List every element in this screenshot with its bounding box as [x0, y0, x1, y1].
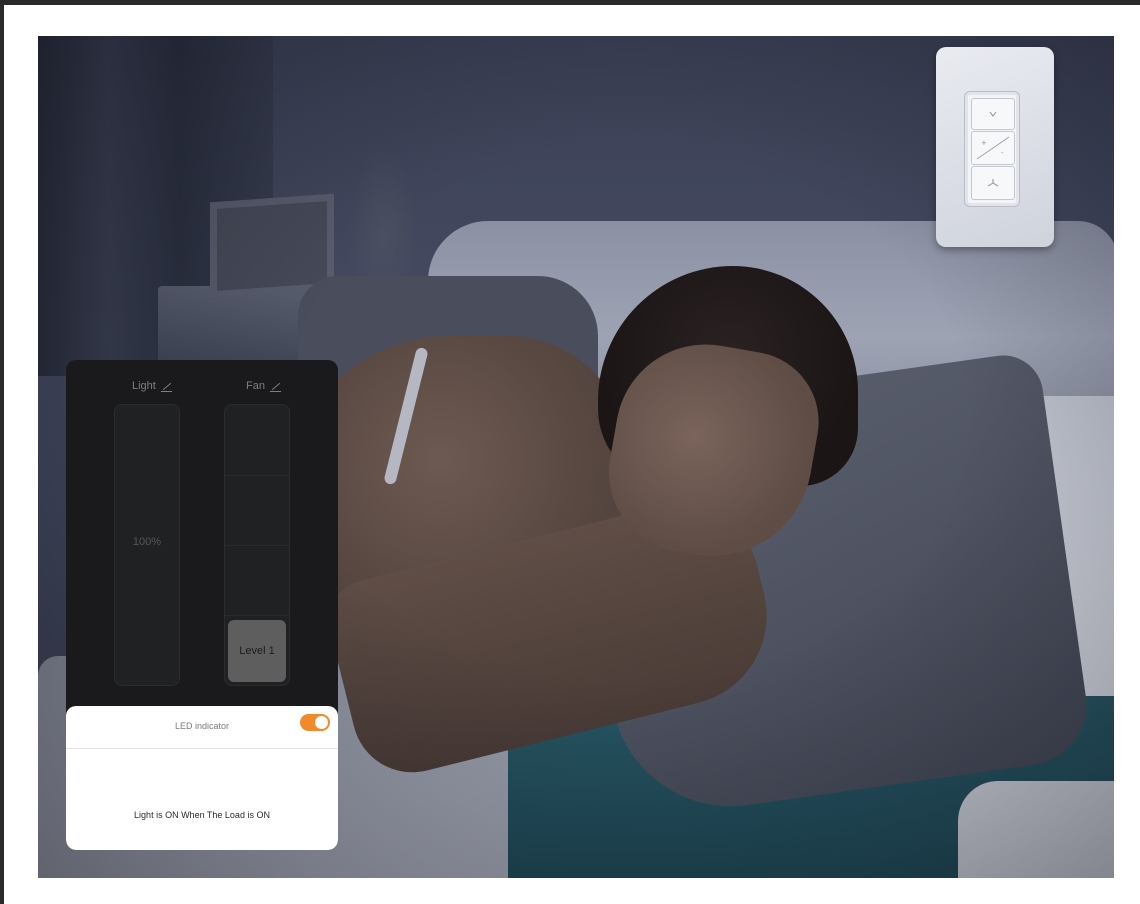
top-border: [0, 0, 1140, 5]
fan-speed-slider[interactable]: Level 1: [224, 404, 290, 686]
led-indicator-toggle[interactable]: [300, 714, 330, 731]
edit-light-pencil-icon[interactable]: [160, 381, 172, 392]
fan-level-divider: [225, 475, 289, 476]
fan-header: Fan: [246, 380, 281, 392]
fan-level-divider: [225, 615, 289, 616]
fan-label: Fan: [246, 380, 265, 392]
light-brightness-slider[interactable]: 100%: [114, 404, 180, 686]
edit-fan-pencil-icon[interactable]: [269, 381, 281, 392]
svg-text:+: +: [981, 139, 987, 147]
led-indicator-description: Light is ON When The Load is ON: [134, 810, 270, 820]
dimmer-icon: + -: [971, 131, 1015, 165]
toggle-knob: [315, 716, 328, 729]
led-indicator-card: LED indicator Light is ON When The Load …: [66, 706, 338, 850]
light-icon: [971, 98, 1015, 130]
light-label: Light: [132, 380, 156, 392]
light-brightness-value: 100%: [132, 536, 162, 548]
fan-level-divider: [225, 545, 289, 546]
wall-switch-plate: + -: [936, 47, 1054, 247]
wall-switch: + -: [964, 91, 1020, 207]
app-control-panel: Light Fan 100% Level 1 LED indicator Lig…: [66, 360, 338, 850]
led-indicator-row: LED indicator: [66, 706, 338, 749]
led-indicator-label: LED indicator: [174, 721, 230, 731]
left-border: [0, 0, 4, 904]
fan-icon: [971, 166, 1015, 200]
svg-text:-: -: [1001, 149, 1004, 157]
light-header: Light: [132, 380, 172, 392]
fan-level-indicator[interactable]: Level 1: [228, 620, 286, 682]
